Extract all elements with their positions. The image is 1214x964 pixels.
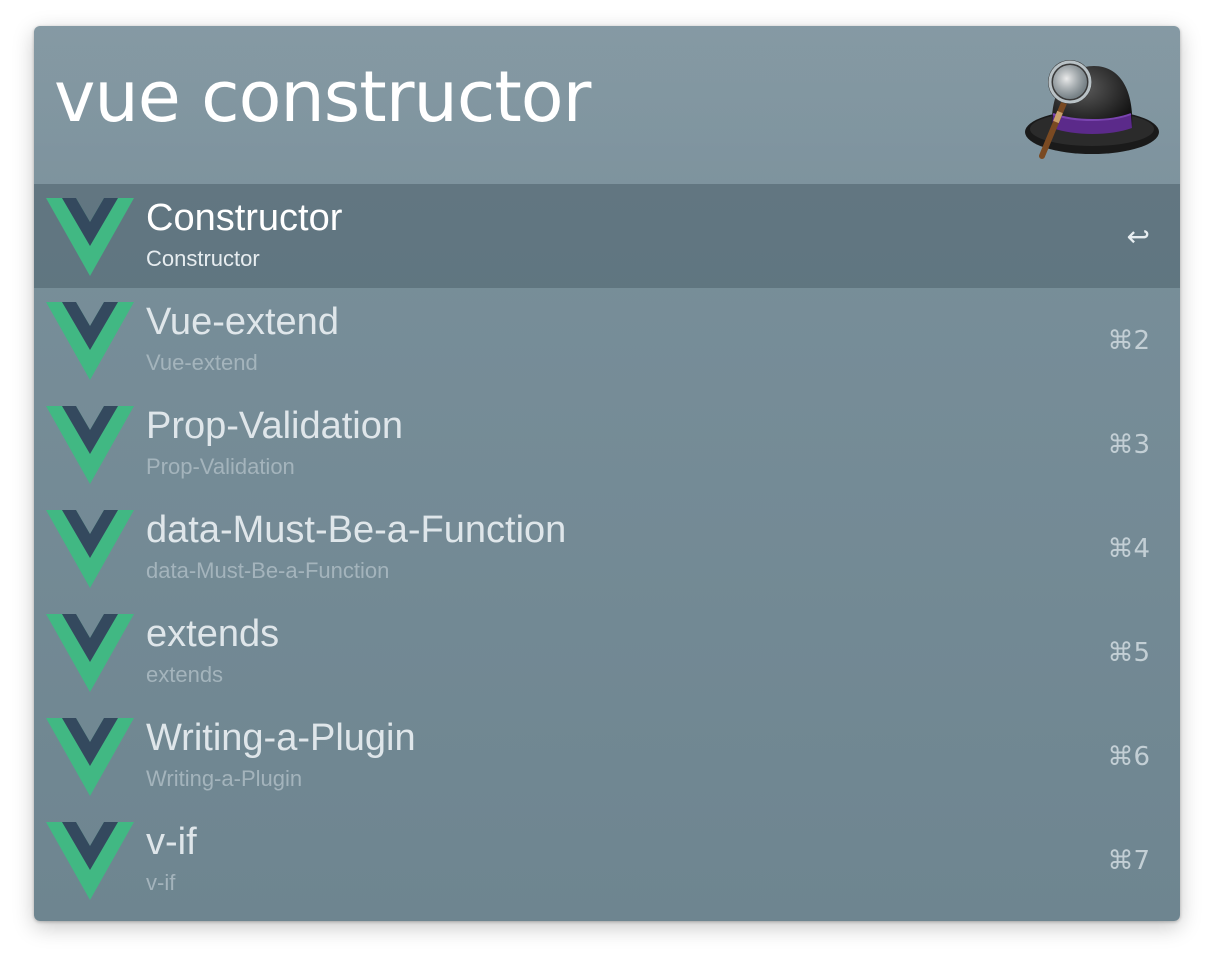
result-subtitle: v-if bbox=[146, 870, 176, 895]
vue-logo-icon bbox=[46, 822, 134, 900]
result-row-constructor[interactable]: Constructor Constructor ↩ bbox=[34, 184, 1180, 288]
result-row-prop-validation[interactable]: Prop-Validation Prop-Validation ⌘3 bbox=[34, 392, 1180, 496]
result-subtitle: Prop-Validation bbox=[146, 454, 295, 479]
result-row-vue-extend[interactable]: Vue-extend Vue-extend ⌘2 bbox=[34, 288, 1180, 392]
alfred-hat-magnifier-icon bbox=[1025, 60, 1159, 159]
result-row-writing-a-plugin[interactable]: Writing-a-Plugin Writing-a-Plugin ⌘6 bbox=[34, 704, 1180, 808]
search-input[interactable]: vue constructor bbox=[54, 62, 591, 132]
launcher-window: vue constructor Constructor Constructor … bbox=[34, 26, 1180, 921]
shortcut-label: ⌘2 bbox=[1107, 326, 1150, 356]
result-subtitle: Constructor bbox=[146, 246, 260, 271]
vue-logo-icon bbox=[46, 718, 134, 796]
vue-logo-icon bbox=[46, 198, 134, 276]
return-key-icon: ↩ bbox=[1126, 220, 1150, 253]
result-title: v-if bbox=[146, 821, 197, 863]
shortcut-label: ⌘5 bbox=[1107, 638, 1150, 668]
result-row-v-if[interactable]: v-if v-if ⌘7 bbox=[34, 808, 1180, 912]
result-row-data-must-be-a-function[interactable]: data-Must-Be-a-Function data-Must-Be-a-F… bbox=[34, 496, 1180, 600]
vue-logo-icon bbox=[46, 406, 134, 484]
result-subtitle: data-Must-Be-a-Function bbox=[146, 558, 390, 583]
results-list: Constructor Constructor ↩ Vue-extend Vue… bbox=[34, 184, 1180, 912]
result-subtitle: extends bbox=[146, 662, 224, 687]
result-title: Constructor bbox=[146, 197, 343, 239]
vue-logo-icon bbox=[46, 614, 134, 692]
result-subtitle: Vue-extend bbox=[146, 350, 258, 375]
result-title: extends bbox=[146, 613, 280, 655]
shortcut-label: ⌘3 bbox=[1107, 430, 1150, 460]
vue-logo-icon bbox=[46, 302, 134, 380]
shortcut-label: ⌘6 bbox=[1107, 742, 1150, 772]
result-title: Prop-Validation bbox=[146, 405, 404, 447]
result-subtitle: Writing-a-Plugin bbox=[146, 766, 303, 791]
result-title: Writing-a-Plugin bbox=[146, 717, 416, 759]
shortcut-label: ⌘4 bbox=[1107, 534, 1150, 564]
vue-logo-icon bbox=[46, 510, 134, 588]
result-row-extends[interactable]: extends extends ⌘5 bbox=[34, 600, 1180, 704]
shortcut-label: ⌘7 bbox=[1107, 846, 1150, 876]
result-title: Vue-extend bbox=[146, 301, 339, 343]
query-bar: vue constructor bbox=[34, 26, 1180, 184]
result-title: data-Must-Be-a-Function bbox=[146, 509, 567, 551]
